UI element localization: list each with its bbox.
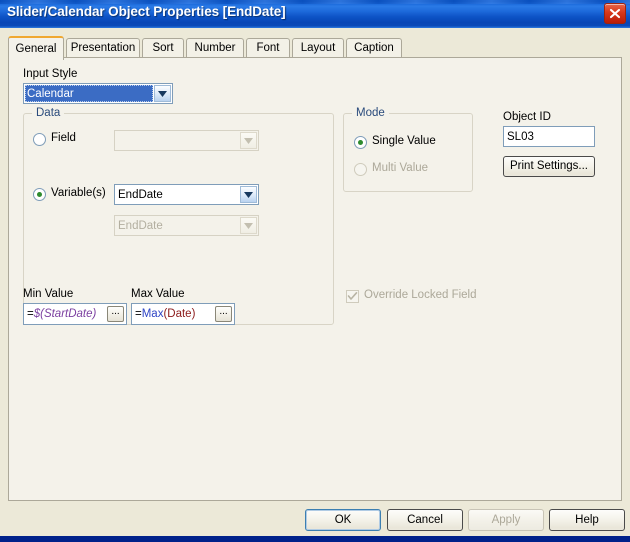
max-value-argument: (Date) [163, 308, 196, 320]
chevron-down-icon[interactable] [240, 186, 257, 203]
tab-sort[interactable]: Sort [142, 38, 184, 58]
object-id-field[interactable]: SL03 [503, 126, 595, 147]
variables-radio-dot [37, 192, 42, 197]
help-button[interactable]: Help [549, 509, 625, 531]
mode-groupbox: Mode [343, 107, 473, 192]
print-settings-button[interactable]: Print Settings... [503, 156, 595, 177]
close-icon [609, 8, 621, 19]
tab-general[interactable]: General [8, 36, 64, 60]
check-icon [347, 292, 358, 300]
min-value-expression-text: $(StartDate) [33, 308, 97, 320]
max-value-function: Max [141, 308, 164, 320]
apply-button: Apply [468, 509, 544, 531]
tab-layout[interactable]: Layout [292, 38, 344, 58]
input-style-value: Calendar [27, 88, 74, 100]
title-bar[interactable]: Slider/Calendar Object Properties [EndDa… [0, 0, 630, 28]
field-radio[interactable] [33, 133, 46, 146]
single-value-label: Single Value [372, 135, 436, 147]
variables-second-combo: EndDate [114, 215, 259, 236]
override-locked-field-label: Override Locked Field [364, 289, 477, 301]
chevron-down-icon [240, 217, 257, 234]
variables-label: Variable(s) [51, 187, 106, 199]
max-value-equals: = [135, 308, 142, 320]
window-title: Slider/Calendar Object Properties [EndDa… [7, 4, 286, 19]
tab-number[interactable]: Number [186, 38, 244, 58]
window-bottom-border [0, 536, 630, 542]
min-value-label: Min Value [23, 288, 74, 300]
field-label: Field [51, 132, 76, 144]
variables-combo-value: EndDate [118, 189, 163, 201]
chevron-down-icon [240, 132, 257, 149]
multi-value-radio [354, 163, 367, 176]
properties-dialog: Slider/Calendar Object Properties [EndDa… [0, 0, 630, 542]
max-value-label: Max Value [131, 288, 185, 300]
ok-button[interactable]: OK [305, 509, 381, 531]
min-value-equals: = [27, 308, 34, 320]
variables-radio[interactable] [33, 188, 46, 201]
input-style-combo[interactable]: Calendar [23, 83, 173, 104]
max-value-browse-button[interactable]: ... [215, 306, 232, 322]
max-value-field[interactable]: =Max(Date) ... [131, 303, 235, 325]
single-value-radio-dot [358, 140, 363, 145]
max-value-expression: =Max(Date) [135, 307, 195, 322]
min-value-expression: =$(StartDate) [27, 307, 96, 322]
close-button[interactable] [604, 3, 626, 24]
tab-presentation[interactable]: Presentation [66, 38, 140, 58]
mode-groupbox-title: Mode [352, 107, 389, 119]
variables-combo[interactable]: EndDate [114, 184, 259, 205]
object-id-value: SL03 [507, 131, 534, 143]
multi-value-label: Multi Value [372, 162, 429, 174]
tab-strip: General Presentation Sort Number Font La… [8, 36, 622, 60]
chevron-down-icon[interactable] [154, 85, 171, 102]
general-tab-panel: Input Style Calendar Data Field Variable… [8, 57, 622, 501]
variables-second-combo-value: EndDate [118, 220, 163, 232]
data-groupbox-title: Data [32, 107, 65, 119]
cancel-button[interactable]: Cancel [387, 509, 463, 531]
min-value-field[interactable]: =$(StartDate) ... [23, 303, 127, 325]
tab-font[interactable]: Font [246, 38, 290, 58]
min-value-browse-button[interactable]: ... [107, 306, 124, 322]
input-style-label: Input Style [23, 68, 78, 80]
override-locked-field-checkbox [346, 290, 359, 303]
field-combo [114, 130, 259, 151]
object-id-label: Object ID [503, 111, 551, 123]
single-value-radio[interactable] [354, 136, 367, 149]
tab-caption[interactable]: Caption [346, 38, 402, 58]
